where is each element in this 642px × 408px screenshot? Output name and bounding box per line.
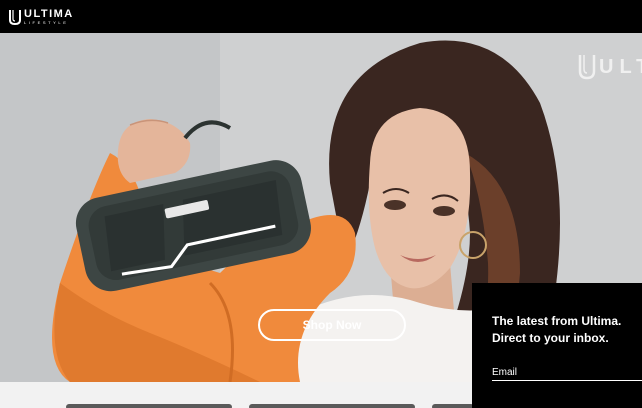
brand-mark-icon bbox=[578, 55, 596, 80]
brand-logo[interactable]: ULTIMA LIFESTYLE bbox=[8, 6, 74, 28]
site-header: ULTIMA LIFESTYLE Home Shop bbox=[0, 0, 642, 33]
product-card-1[interactable] bbox=[66, 404, 232, 408]
product-card-3[interactable] bbox=[432, 404, 474, 408]
newsletter-line-2: Direct to your inbox. bbox=[492, 331, 609, 345]
nav-home-link[interactable]: Home bbox=[547, 11, 590, 29]
hero-brand-watermark: ULT bbox=[578, 53, 642, 81]
logo-wordmark: ULTIMA bbox=[24, 8, 74, 20]
shop-now-button[interactable]: Shop Now bbox=[258, 309, 406, 341]
newsletter-popup: The latest from Ultima. Direct to your i… bbox=[472, 283, 642, 408]
product-card-2[interactable] bbox=[249, 404, 415, 408]
nav-shop-link[interactable]: Shop bbox=[612, 11, 642, 29]
logo-subtitle: LIFESTYLE bbox=[24, 20, 69, 25]
newsletter-title: The latest from Ultima. Direct to your i… bbox=[492, 313, 642, 347]
newsletter-email-input[interactable] bbox=[492, 365, 642, 381]
logo-mark-icon bbox=[9, 10, 21, 26]
newsletter-line-1: The latest from Ultima. bbox=[492, 314, 622, 328]
hero-brand-text: ULT bbox=[599, 55, 642, 78]
